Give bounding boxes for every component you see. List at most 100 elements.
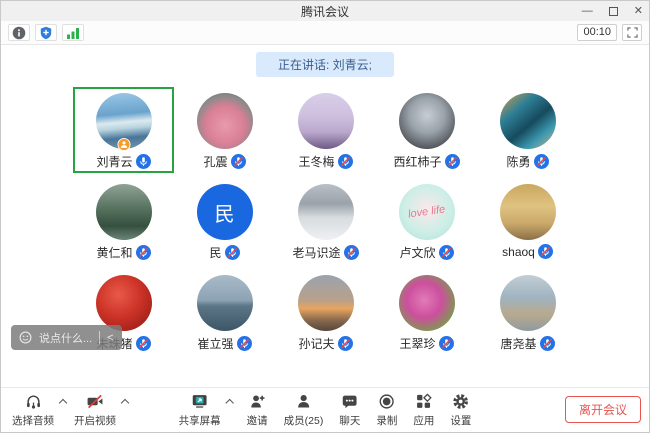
meeting-window: 腾讯会议 — ✕ <box>0 0 650 433</box>
fullscreen-button[interactable] <box>622 24 642 41</box>
participant-name: 陈勇 <box>506 153 530 170</box>
participant-avatar: 民 <box>197 184 253 240</box>
participant-name: 王冬梅 <box>298 153 334 170</box>
participant-avatar <box>500 93 556 149</box>
participant-avatar <box>500 275 556 331</box>
participant-tile[interactable]: 孙记夫 <box>275 269 376 355</box>
participant-name: 唐尧基 <box>500 335 536 352</box>
mic-status-icon <box>231 154 246 169</box>
participant-avatar <box>96 184 152 240</box>
toolbar: 选择音频 开启视频 <box>1 387 649 432</box>
speaking-banner: 正在讲话: 刘青云; <box>256 52 394 77</box>
participant-name: shaoq <box>502 245 535 259</box>
share-screen-label: 共享屏幕 <box>179 413 221 428</box>
participant-avatar <box>298 275 354 331</box>
record-label: 录制 <box>376 413 397 428</box>
participant-avatar <box>96 275 152 331</box>
members-button[interactable]: 成员(25) <box>279 391 329 428</box>
info-icon <box>12 26 26 40</box>
participant-name: 崔立强 <box>197 335 233 352</box>
participant-name: 孔震 <box>203 153 227 170</box>
settings-button[interactable]: 设置 <box>445 391 476 428</box>
mic-status-icon <box>136 154 151 169</box>
participant-tile[interactable]: 西红柿子 <box>376 87 477 173</box>
participant-tile[interactable]: 民 民 <box>174 178 275 264</box>
participant-tile[interactable]: 王冬梅 <box>275 87 376 173</box>
avatar-text: love life <box>407 203 446 220</box>
participant-tile[interactable]: love life 卢文欣 <box>376 178 477 264</box>
record-button[interactable]: 录制 <box>371 391 402 428</box>
mic-status-icon <box>538 244 553 259</box>
settings-label: 设置 <box>450 413 471 428</box>
participant-name: 老马识途 <box>292 244 340 261</box>
participant-name: 西红柿子 <box>393 153 441 170</box>
camera-off-icon <box>86 391 104 411</box>
mic-status-icon <box>445 154 460 169</box>
share-screen-button[interactable]: 共享屏幕 <box>174 391 226 428</box>
fullscreen-icon <box>627 27 638 38</box>
maximize-button[interactable] <box>609 7 618 16</box>
share-screen-icon <box>191 391 209 411</box>
participant-name: 民 <box>209 244 221 261</box>
apps-button[interactable]: 应用 <box>408 391 439 428</box>
bubble-collapse-button[interactable]: < <box>107 332 113 344</box>
statusbar: 00:10 <box>1 21 649 45</box>
participant-tile[interactable]: 崔立强 <box>174 269 275 355</box>
participant-tile[interactable]: 唐尧基 <box>477 269 578 355</box>
participant-name: 黄仁和 <box>96 244 132 261</box>
mic-status-icon <box>344 245 359 260</box>
minimize-button[interactable]: — <box>582 6 593 17</box>
chat-button[interactable]: 聊天 <box>334 391 365 428</box>
apps-grid-icon <box>415 391 433 411</box>
mic-status-icon <box>136 245 151 260</box>
participant-avatar <box>197 93 253 149</box>
participant-name: 刘青云 <box>96 153 132 170</box>
chat-quick-bubble[interactable]: 说点什么... < <box>11 325 122 350</box>
invite-button[interactable]: 邀请 <box>242 391 273 428</box>
chat-bubble-icon <box>341 391 359 411</box>
members-icon <box>295 391 313 411</box>
security-shield-icon[interactable] <box>35 24 57 41</box>
signal-bars-icon <box>66 26 80 40</box>
audio-button[interactable]: 选择音频 <box>7 391 59 428</box>
close-button[interactable]: ✕ <box>634 6 643 17</box>
mic-status-icon <box>338 154 353 169</box>
chat-input-placeholder[interactable]: 说点什么... <box>39 330 92 346</box>
participant-avatar: love life <box>399 184 455 240</box>
participant-tile[interactable]: 陈勇 <box>477 87 578 173</box>
video-menu-caret[interactable] <box>121 399 129 407</box>
video-label: 开启视频 <box>74 413 116 428</box>
headset-icon <box>24 391 43 411</box>
video-button[interactable]: 开启视频 <box>69 391 121 428</box>
window-title: 腾讯会议 <box>301 3 349 20</box>
mic-status-icon <box>534 154 549 169</box>
record-icon <box>378 391 396 411</box>
avatar-text: 民 <box>215 198 235 227</box>
meeting-info-icon[interactable] <box>8 24 30 41</box>
audio-menu-caret[interactable] <box>59 399 67 407</box>
participant-avatar <box>298 93 354 149</box>
mic-status-icon <box>338 336 353 351</box>
mic-status-icon <box>540 336 555 351</box>
mic-status-icon <box>237 336 252 351</box>
share-menu-caret[interactable] <box>225 399 233 407</box>
gear-icon <box>452 391 470 411</box>
host-badge-icon <box>117 138 130 151</box>
participant-tile[interactable]: 王翠珍 <box>376 269 477 355</box>
invite-label: 邀请 <box>247 413 268 428</box>
leave-meeting-button[interactable]: 离开会议 <box>565 396 641 423</box>
participant-tile[interactable]: 黄仁和 <box>73 178 174 264</box>
network-quality-icon[interactable] <box>62 24 84 41</box>
participant-name: 王翠珍 <box>399 335 435 352</box>
participant-tile[interactable]: shaoq <box>477 178 578 264</box>
participant-tile[interactable]: 孔震 <box>174 87 275 173</box>
participant-tile[interactable]: 刘青云 <box>73 87 174 173</box>
audio-label: 选择音频 <box>12 413 54 428</box>
participant-name: 孙记夫 <box>298 335 334 352</box>
participant-avatar <box>399 275 455 331</box>
mic-status-icon <box>439 336 454 351</box>
mic-status-icon <box>439 245 454 260</box>
participant-tile[interactable]: 老马识途 <box>275 178 376 264</box>
participant-avatar <box>399 93 455 149</box>
titlebar: 腾讯会议 — ✕ <box>1 1 649 21</box>
